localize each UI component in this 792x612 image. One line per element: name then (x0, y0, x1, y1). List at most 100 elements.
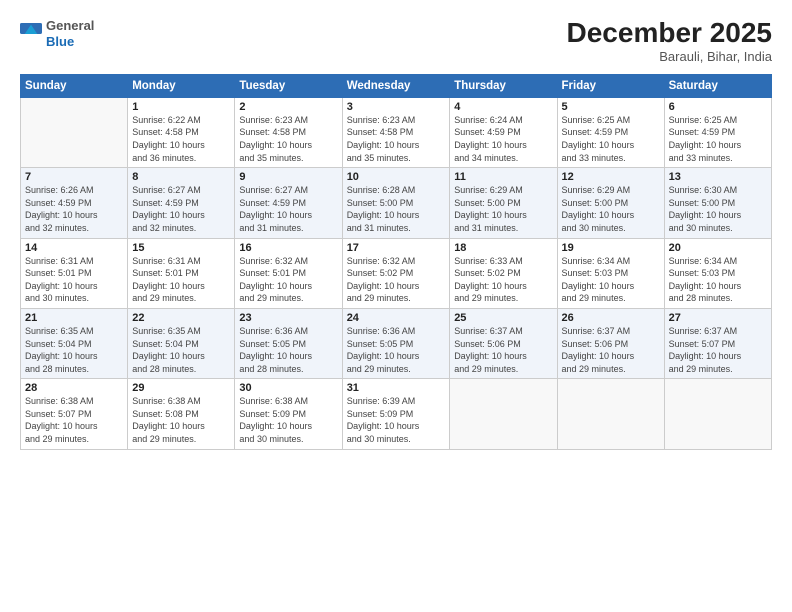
day-number: 27 (669, 312, 767, 324)
day-number: 16 (239, 242, 337, 254)
day-info: Sunrise: 6:23 AMSunset: 4:58 PMDaylight:… (347, 114, 446, 164)
day-info: Sunrise: 6:26 AMSunset: 4:59 PMDaylight:… (25, 184, 123, 234)
logo-icon (20, 23, 42, 45)
calendar-header-row: Sunday Monday Tuesday Wednesday Thursday… (21, 74, 772, 97)
logo: General Blue (20, 18, 94, 49)
day-number: 7 (25, 171, 123, 183)
col-monday: Monday (128, 74, 235, 97)
table-row: 10Sunrise: 6:28 AMSunset: 5:00 PMDayligh… (342, 168, 450, 238)
day-info: Sunrise: 6:35 AMSunset: 5:04 PMDaylight:… (25, 325, 123, 375)
day-number: 6 (669, 101, 767, 113)
day-info: Sunrise: 6:28 AMSunset: 5:00 PMDaylight:… (347, 184, 446, 234)
day-info: Sunrise: 6:33 AMSunset: 5:02 PMDaylight:… (454, 255, 552, 305)
col-friday: Friday (557, 74, 664, 97)
day-number: 25 (454, 312, 552, 324)
table-row: 27Sunrise: 6:37 AMSunset: 5:07 PMDayligh… (664, 308, 771, 378)
day-number: 15 (132, 242, 230, 254)
table-row: 23Sunrise: 6:36 AMSunset: 5:05 PMDayligh… (235, 308, 342, 378)
table-row: 7Sunrise: 6:26 AMSunset: 4:59 PMDaylight… (21, 168, 128, 238)
day-info: Sunrise: 6:25 AMSunset: 4:59 PMDaylight:… (562, 114, 660, 164)
day-number: 9 (239, 171, 337, 183)
day-number: 22 (132, 312, 230, 324)
table-row: 11Sunrise: 6:29 AMSunset: 5:00 PMDayligh… (450, 168, 557, 238)
table-row: 21Sunrise: 6:35 AMSunset: 5:04 PMDayligh… (21, 308, 128, 378)
day-number: 10 (347, 171, 446, 183)
day-info: Sunrise: 6:31 AMSunset: 5:01 PMDaylight:… (25, 255, 123, 305)
col-wednesday: Wednesday (342, 74, 450, 97)
day-info: Sunrise: 6:29 AMSunset: 5:00 PMDaylight:… (562, 184, 660, 234)
day-info: Sunrise: 6:39 AMSunset: 5:09 PMDaylight:… (347, 395, 446, 445)
day-number: 8 (132, 171, 230, 183)
table-row: 6Sunrise: 6:25 AMSunset: 4:59 PMDaylight… (664, 97, 771, 167)
table-row: 30Sunrise: 6:38 AMSunset: 5:09 PMDayligh… (235, 379, 342, 449)
day-info: Sunrise: 6:22 AMSunset: 4:58 PMDaylight:… (132, 114, 230, 164)
day-info: Sunrise: 6:37 AMSunset: 5:06 PMDaylight:… (562, 325, 660, 375)
day-number: 31 (347, 382, 446, 394)
day-number: 2 (239, 101, 337, 113)
table-row: 3Sunrise: 6:23 AMSunset: 4:58 PMDaylight… (342, 97, 450, 167)
day-info: Sunrise: 6:27 AMSunset: 4:59 PMDaylight:… (239, 184, 337, 234)
calendar-week-row: 28Sunrise: 6:38 AMSunset: 5:07 PMDayligh… (21, 379, 772, 449)
table-row: 9Sunrise: 6:27 AMSunset: 4:59 PMDaylight… (235, 168, 342, 238)
day-info: Sunrise: 6:24 AMSunset: 4:59 PMDaylight:… (454, 114, 552, 164)
day-info: Sunrise: 6:29 AMSunset: 5:00 PMDaylight:… (454, 184, 552, 234)
day-number: 23 (239, 312, 337, 324)
table-row: 28Sunrise: 6:38 AMSunset: 5:07 PMDayligh… (21, 379, 128, 449)
calendar: Sunday Monday Tuesday Wednesday Thursday… (20, 74, 772, 450)
day-number: 17 (347, 242, 446, 254)
month-title: December 2025 (567, 18, 772, 49)
day-info: Sunrise: 6:36 AMSunset: 5:05 PMDaylight:… (239, 325, 337, 375)
day-number: 18 (454, 242, 552, 254)
table-row: 29Sunrise: 6:38 AMSunset: 5:08 PMDayligh… (128, 379, 235, 449)
day-info: Sunrise: 6:36 AMSunset: 5:05 PMDaylight:… (347, 325, 446, 375)
day-number: 30 (239, 382, 337, 394)
day-number: 21 (25, 312, 123, 324)
title-area: December 2025 Barauli, Bihar, India (567, 18, 772, 64)
table-row: 1Sunrise: 6:22 AMSunset: 4:58 PMDaylight… (128, 97, 235, 167)
table-row: 26Sunrise: 6:37 AMSunset: 5:06 PMDayligh… (557, 308, 664, 378)
day-info: Sunrise: 6:38 AMSunset: 5:09 PMDaylight:… (239, 395, 337, 445)
day-info: Sunrise: 6:27 AMSunset: 4:59 PMDaylight:… (132, 184, 230, 234)
day-number: 24 (347, 312, 446, 324)
col-tuesday: Tuesday (235, 74, 342, 97)
table-row: 16Sunrise: 6:32 AMSunset: 5:01 PMDayligh… (235, 238, 342, 308)
day-info: Sunrise: 6:37 AMSunset: 5:06 PMDaylight:… (454, 325, 552, 375)
table-row (664, 379, 771, 449)
col-thursday: Thursday (450, 74, 557, 97)
day-info: Sunrise: 6:30 AMSunset: 5:00 PMDaylight:… (669, 184, 767, 234)
day-number: 1 (132, 101, 230, 113)
table-row: 13Sunrise: 6:30 AMSunset: 5:00 PMDayligh… (664, 168, 771, 238)
day-info: Sunrise: 6:35 AMSunset: 5:04 PMDaylight:… (132, 325, 230, 375)
day-info: Sunrise: 6:31 AMSunset: 5:01 PMDaylight:… (132, 255, 230, 305)
calendar-week-row: 1Sunrise: 6:22 AMSunset: 4:58 PMDaylight… (21, 97, 772, 167)
table-row: 5Sunrise: 6:25 AMSunset: 4:59 PMDaylight… (557, 97, 664, 167)
day-info: Sunrise: 6:34 AMSunset: 5:03 PMDaylight:… (669, 255, 767, 305)
day-info: Sunrise: 6:38 AMSunset: 5:08 PMDaylight:… (132, 395, 230, 445)
day-number: 20 (669, 242, 767, 254)
day-number: 12 (562, 171, 660, 183)
day-number: 4 (454, 101, 552, 113)
day-info: Sunrise: 6:32 AMSunset: 5:01 PMDaylight:… (239, 255, 337, 305)
header: General Blue December 2025 Barauli, Biha… (20, 18, 772, 64)
day-number: 13 (669, 171, 767, 183)
col-sunday: Sunday (21, 74, 128, 97)
day-number: 5 (562, 101, 660, 113)
logo-general-text: General (46, 18, 94, 34)
table-row: 24Sunrise: 6:36 AMSunset: 5:05 PMDayligh… (342, 308, 450, 378)
day-number: 29 (132, 382, 230, 394)
page: General Blue December 2025 Barauli, Biha… (0, 0, 792, 612)
day-number: 14 (25, 242, 123, 254)
table-row (21, 97, 128, 167)
calendar-week-row: 21Sunrise: 6:35 AMSunset: 5:04 PMDayligh… (21, 308, 772, 378)
day-info: Sunrise: 6:38 AMSunset: 5:07 PMDaylight:… (25, 395, 123, 445)
table-row: 14Sunrise: 6:31 AMSunset: 5:01 PMDayligh… (21, 238, 128, 308)
table-row (557, 379, 664, 449)
table-row: 2Sunrise: 6:23 AMSunset: 4:58 PMDaylight… (235, 97, 342, 167)
day-info: Sunrise: 6:34 AMSunset: 5:03 PMDaylight:… (562, 255, 660, 305)
table-row: 25Sunrise: 6:37 AMSunset: 5:06 PMDayligh… (450, 308, 557, 378)
day-info: Sunrise: 6:23 AMSunset: 4:58 PMDaylight:… (239, 114, 337, 164)
day-number: 19 (562, 242, 660, 254)
calendar-week-row: 7Sunrise: 6:26 AMSunset: 4:59 PMDaylight… (21, 168, 772, 238)
table-row (450, 379, 557, 449)
col-saturday: Saturday (664, 74, 771, 97)
